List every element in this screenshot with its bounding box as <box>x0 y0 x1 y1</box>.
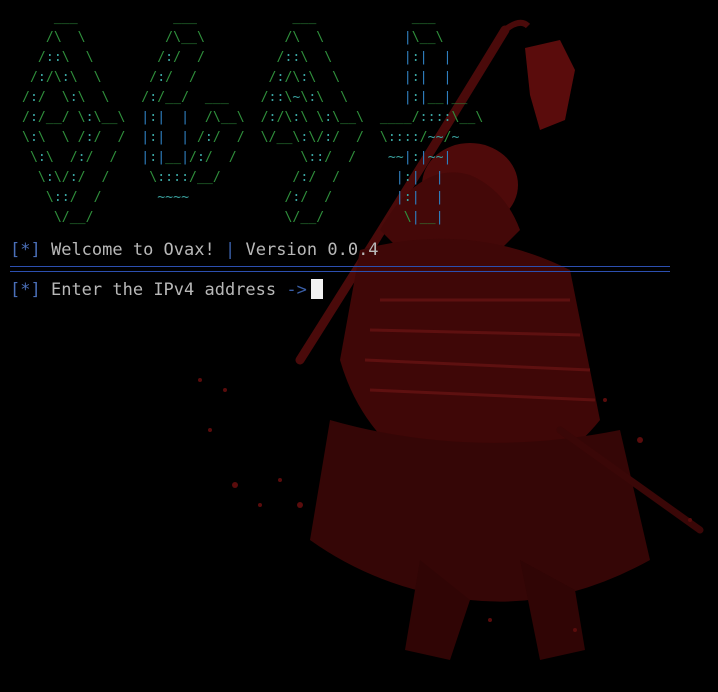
prompt-arrow: -> <box>286 280 307 300</box>
terminal-window[interactable]: ___ ___ ___ ___ /\ \ /\__\ /\ \ |\__\ /:… <box>0 0 718 692</box>
prompt-label: Enter the IPv4 address <box>50 280 277 300</box>
ascii-logo-line: \/__/ \/__/ \|__| <box>53 210 444 225</box>
welcome-line: [*] Welcome to Ovax! | Version 0.0.4 <box>10 239 379 261</box>
ovax-ascii-logo: ___ ___ ___ ___ /\ \ /\__\ /\ \ |\__\ /:… <box>22 8 483 228</box>
ascii-logo-line: /:/\:\ \ /:/ / /:/\:\ \ |:| | <box>29 70 452 85</box>
welcome-separator: | <box>224 240 236 260</box>
prompt-prefix: [*] <box>10 280 41 300</box>
welcome-message: Welcome to Ovax! <box>50 240 215 260</box>
ascii-logo-line: /\ \ /\__\ /\ \ |\__\ <box>45 30 444 45</box>
text-cursor <box>310 279 323 299</box>
ascii-logo-line: /::\ \ /:/ / /::\ \ |:| | <box>37 50 452 65</box>
ascii-logo-line: /:/ \:\ \ /:/__/ ___ /::\~\:\ \ |:|__|__ <box>22 90 468 105</box>
version-label: Version 0.0.4 <box>245 240 379 260</box>
divider <box>10 266 670 272</box>
ascii-logo-line: \:\ \ /:/ / |:| | /:/ / \/__\:\/:/ / \::… <box>22 130 460 145</box>
ascii-logo-line: \::/ / ~~~~ /:/ / |:| | <box>45 190 444 205</box>
ascii-logo-line: \:\ /:/ / |:|__|/:/ / \::/ / ~~|:|~~| <box>29 150 452 165</box>
ascii-logo-line: ___ ___ ___ ___ <box>53 10 436 25</box>
ascii-logo-line: \:\/:/ / \::::/__/ /:/ / |:| | <box>37 170 444 185</box>
ascii-logo-line: /:/__/ \:\__\ |:| | /\__\ /:/\:\ \:\__\ … <box>22 110 484 125</box>
welcome-prefix: [*] <box>10 240 41 260</box>
ipv4-prompt-line[interactable]: [*] Enter the IPv4 address -> <box>10 279 323 301</box>
